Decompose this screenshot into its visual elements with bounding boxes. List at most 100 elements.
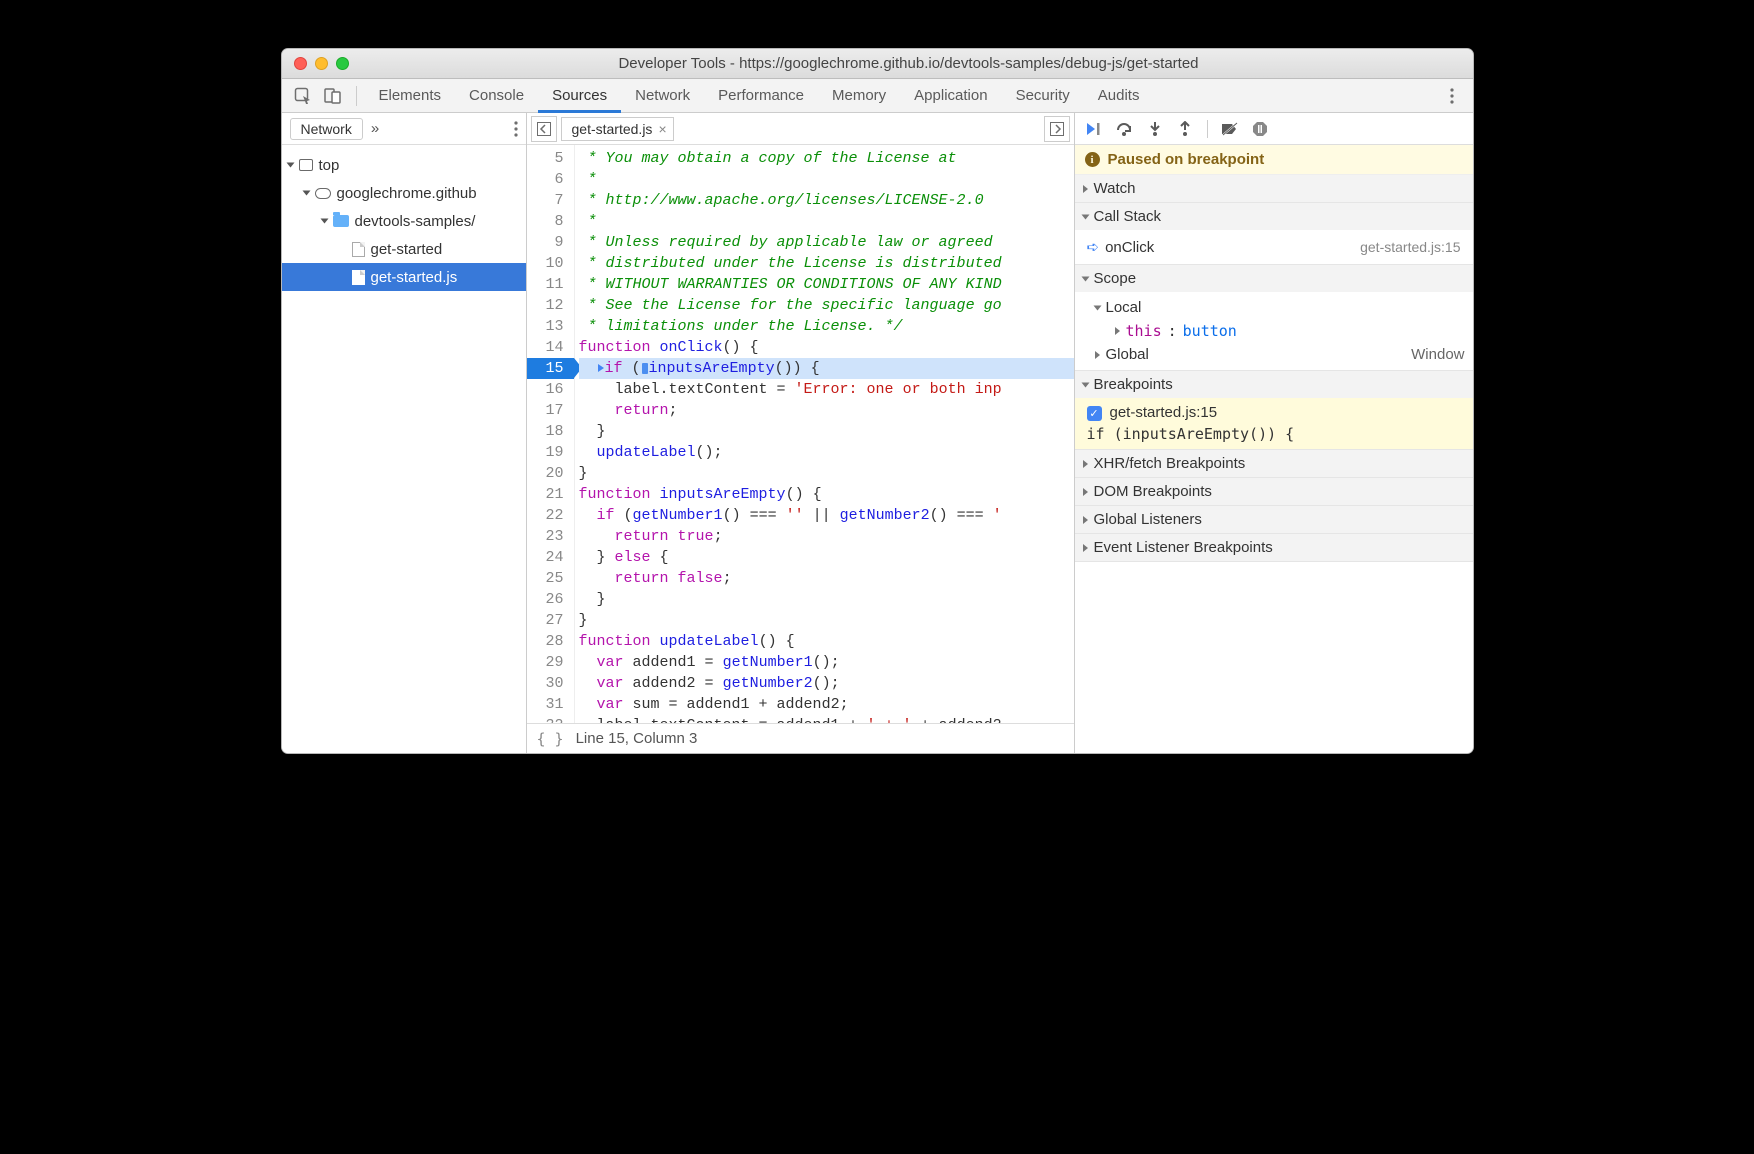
section-watch: Watch [1075, 175, 1473, 203]
traffic-lights [294, 57, 349, 70]
breakpoint-checkbox[interactable]: ✓ [1087, 406, 1102, 421]
tree-label: get-started.js [371, 269, 458, 286]
close-window-button[interactable] [294, 57, 307, 70]
panel-tab-application[interactable]: Application [900, 79, 1001, 113]
navigator-pane: Network » top googlechrome.github devtoo… [282, 113, 527, 753]
section-header-event-listeners[interactable]: Event Listener Breakpoints [1075, 534, 1473, 561]
separator [1207, 120, 1208, 138]
frame-icon [299, 159, 313, 171]
device-mode-icon[interactable] [320, 83, 346, 109]
debugger-toolbar [1075, 113, 1473, 145]
tree-node-folder[interactable]: devtools-samples/ [282, 207, 526, 235]
section-header-callstack[interactable]: Call Stack [1075, 203, 1473, 230]
inspect-icon[interactable] [290, 83, 316, 109]
section-breakpoints: Breakpoints ✓ get-started.js:15 if (input… [1075, 371, 1473, 450]
toggle-navigator-icon[interactable] [531, 116, 557, 142]
current-frame-icon: ➪ [1087, 239, 1100, 256]
section-title: Breakpoints [1094, 376, 1173, 393]
editor-tab[interactable]: get-started.js × [561, 117, 674, 141]
panel-tab-audits[interactable]: Audits [1084, 79, 1154, 113]
deactivate-breakpoints-icon[interactable] [1220, 122, 1240, 136]
section-xhr: XHR/fetch Breakpoints [1075, 450, 1473, 478]
navigator-header: Network » [282, 113, 526, 145]
devtools-window: Developer Tools - https://googlechrome.g… [281, 48, 1474, 754]
editor-pane: get-started.js × 56789101112131415161718… [527, 113, 1075, 753]
scope-variable[interactable]: this: button [1075, 319, 1473, 343]
section-header-breakpoints[interactable]: Breakpoints [1075, 371, 1473, 398]
panel-tab-sources[interactable]: Sources [538, 79, 621, 113]
main-toolbar: ElementsConsoleSourcesNetworkPerformance… [282, 79, 1473, 113]
panel-tab-console[interactable]: Console [455, 79, 538, 113]
call-frame[interactable]: ➪ onClick get-started.js:15 [1075, 234, 1473, 260]
panel-tab-network[interactable]: Network [621, 79, 704, 113]
section-event-listeners: Event Listener Breakpoints [1075, 534, 1473, 562]
var-name: this [1126, 322, 1162, 340]
panel-tab-security[interactable]: Security [1002, 79, 1084, 113]
navigator-more-icon[interactable] [514, 121, 518, 137]
scope-label: Global [1106, 346, 1149, 363]
scope-global[interactable]: GlobalWindow [1075, 343, 1473, 366]
window-title: Developer Tools - https://googlechrome.g… [357, 55, 1461, 72]
section-header-scope[interactable]: Scope [1075, 265, 1473, 292]
breakpoint-label: get-started.js:15 [1110, 404, 1218, 421]
pretty-print-icon[interactable]: { } [537, 730, 564, 748]
section-global-listeners: Global Listeners [1075, 506, 1473, 534]
panel-tab-elements[interactable]: Elements [365, 79, 456, 113]
section-header-xhr[interactable]: XHR/fetch Breakpoints [1075, 450, 1473, 477]
tree-node-top[interactable]: top [282, 151, 526, 179]
code-editor[interactable]: 5678910111213141516171819202122232425262… [527, 145, 1074, 723]
breakpoint-item[interactable]: ✓ get-started.js:15 if (inputsAreEmpty())… [1075, 398, 1473, 449]
section-header-global-listeners[interactable]: Global Listeners [1075, 506, 1473, 533]
pause-exceptions-icon[interactable] [1250, 121, 1270, 137]
step-over-icon[interactable] [1115, 122, 1135, 136]
section-title: XHR/fetch Breakpoints [1094, 455, 1246, 472]
code-lines[interactable]: * You may obtain a copy of the License a… [575, 145, 1074, 723]
panel-tab-performance[interactable]: Performance [704, 79, 818, 113]
resume-icon[interactable] [1085, 122, 1105, 136]
more-tabs-icon[interactable]: » [371, 120, 379, 137]
section-title: Global Listeners [1094, 511, 1202, 528]
content-area: Network » top googlechrome.github devtoo… [282, 113, 1473, 753]
paused-text: Paused on breakpoint [1108, 151, 1265, 168]
scope-local[interactable]: Local [1075, 296, 1473, 319]
debugger-pane: i Paused on breakpoint Watch Call Stack … [1075, 113, 1473, 753]
tree-label: top [319, 157, 340, 174]
section-title: Scope [1094, 270, 1137, 287]
editor-status-bar: { } Line 15, Column 3 [527, 723, 1074, 753]
section-header-dom[interactable]: DOM Breakpoints [1075, 478, 1473, 505]
panel-tabs: ElementsConsoleSourcesNetworkPerformance… [365, 79, 1154, 113]
section-callstack: Call Stack ➪ onClick get-started.js:15 [1075, 203, 1473, 265]
editor-tab-label: get-started.js [572, 121, 653, 137]
cloud-icon [315, 188, 331, 199]
titlebar[interactable]: Developer Tools - https://googlechrome.g… [282, 49, 1473, 79]
paused-banner: i Paused on breakpoint [1075, 145, 1473, 175]
toggle-debugger-icon[interactable] [1044, 116, 1070, 142]
step-out-icon[interactable] [1175, 121, 1195, 137]
line-gutter[interactable]: 5678910111213141516171819202122232425262… [527, 145, 575, 723]
panel-tab-memory[interactable]: Memory [818, 79, 900, 113]
file-icon [352, 242, 365, 257]
breakpoint-code: if (inputsAreEmpty()) { [1087, 425, 1461, 443]
call-location[interactable]: get-started.js:15 [1360, 239, 1460, 255]
more-menu-icon[interactable] [1437, 88, 1467, 104]
tree-label: googlechrome.github [337, 185, 477, 202]
tree-node-file[interactable]: get-started [282, 235, 526, 263]
var-value: button [1183, 322, 1237, 340]
minimize-window-button[interactable] [315, 57, 328, 70]
folder-icon [333, 215, 349, 227]
file-icon [352, 270, 365, 285]
zoom-window-button[interactable] [336, 57, 349, 70]
call-fn-name: onClick [1105, 239, 1154, 256]
step-into-icon[interactable] [1145, 121, 1165, 137]
section-title: Watch [1094, 180, 1136, 197]
info-icon: i [1085, 152, 1100, 167]
tree-label: devtools-samples/ [355, 213, 476, 230]
section-title: Call Stack [1094, 208, 1162, 225]
navigator-tab-network[interactable]: Network [290, 118, 363, 140]
tree-node-file-selected[interactable]: get-started.js [282, 263, 526, 291]
scope-label: Local [1106, 299, 1142, 316]
section-scope: Scope Local this: button GlobalWindow [1075, 265, 1473, 371]
section-header-watch[interactable]: Watch [1075, 175, 1473, 202]
close-tab-icon[interactable]: × [658, 121, 666, 137]
tree-node-origin[interactable]: googlechrome.github [282, 179, 526, 207]
